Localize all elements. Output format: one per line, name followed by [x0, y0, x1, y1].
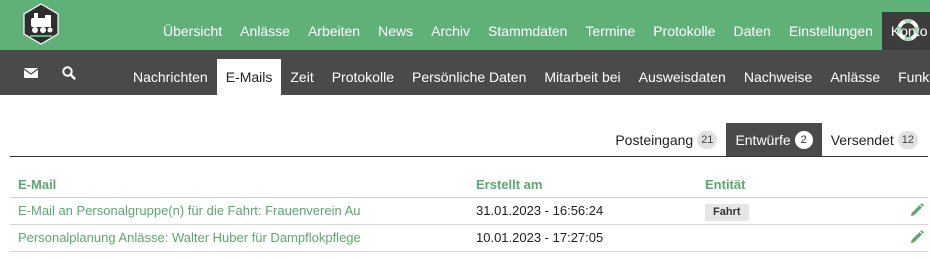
table-header: E-Mail Erstellt am Entität: [10, 172, 928, 198]
subnav-protokolle[interactable]: Protokolle: [323, 59, 403, 95]
subnav-emails[interactable]: E-Mails: [216, 59, 282, 95]
nav-stammdaten[interactable]: Stammdaten: [479, 12, 576, 50]
search-icon[interactable]: [61, 65, 77, 81]
nav-termine[interactable]: Termine: [576, 12, 644, 50]
pencil-icon[interactable]: [909, 203, 924, 218]
tab-posteingang[interactable]: Posteingang 21: [606, 123, 726, 156]
subnav-nachrichten[interactable]: Nachrichten: [124, 59, 217, 95]
count-badge: 21: [697, 130, 718, 149]
locomotive-logo[interactable]: [22, 3, 60, 45]
count-badge: 12: [897, 130, 918, 149]
account-subnav: Nachrichten E-Mails Zeit Protokolle Pers…: [0, 50, 930, 95]
created-date: 31.01.2023 - 16:56:24: [476, 203, 604, 218]
main-menu: Übersicht Anlässe Arbeiten News Archiv S…: [154, 12, 930, 50]
subnav-nachweise[interactable]: Nachweise: [735, 59, 821, 95]
subnav-mitarbeit-bei[interactable]: Mitarbeit bei: [535, 59, 629, 95]
nav-einstellungen[interactable]: Einstellungen: [780, 12, 882, 50]
nav-daten[interactable]: Daten: [724, 12, 779, 50]
tab-divider: [10, 156, 928, 157]
column-header-email[interactable]: E-Mail: [18, 172, 56, 198]
nav-anlaesse[interactable]: Anlässe: [231, 12, 299, 50]
subnav-funktionen[interactable]: Funktionen: [889, 59, 930, 95]
column-header-entity[interactable]: Entität: [705, 172, 745, 198]
tab-label: Entwürfe: [735, 131, 791, 148]
tab-versendet[interactable]: Versendet 12: [822, 123, 927, 156]
email-subject-cell: Personalplanung Anlässe: Walter Huber fü…: [18, 225, 361, 251]
created-date: 10.01.2023 - 17:27:05: [476, 230, 604, 245]
tab-entwuerfe[interactable]: Entwürfe 2: [726, 123, 822, 156]
nav-protokolle[interactable]: Protokolle: [644, 12, 724, 50]
drafts-table: E-Mail Erstellt am Entität E-Mail an Per…: [10, 172, 928, 252]
email-subject-link[interactable]: Personalplanung Anlässe: Walter Huber fü…: [18, 230, 361, 245]
nav-uebersicht[interactable]: Übersicht: [154, 12, 231, 50]
entity-cell: Fahrt: [705, 198, 749, 224]
subnav-zeit[interactable]: Zeit: [281, 59, 322, 95]
nav-archiv[interactable]: Archiv: [422, 12, 479, 50]
nav-news[interactable]: News: [369, 12, 422, 50]
mail-folder-tabs: Posteingang 21 Entwürfe 2 Versendet 12: [606, 123, 927, 156]
subnav-ausweisdaten[interactable]: Ausweisdaten: [630, 59, 735, 95]
tab-label: Posteingang: [615, 131, 694, 148]
subnav-persoenliche-daten[interactable]: Persönliche Daten: [403, 59, 535, 95]
account-menu: Nachrichten E-Mails Zeit Protokolle Pers…: [124, 59, 930, 95]
pencil-icon[interactable]: [909, 230, 924, 245]
nav-arbeiten[interactable]: Arbeiten: [299, 12, 369, 50]
entity-badge: Fahrt: [705, 204, 749, 221]
column-header-created[interactable]: Erstellt am: [476, 172, 542, 198]
table-row: E-Mail an Personalgruppe(n) für die Fahr…: [10, 198, 928, 225]
count-badge: 2: [794, 130, 813, 149]
lifebuoy-icon[interactable]: [897, 19, 919, 41]
table-row: Personalplanung Anlässe: Walter Huber fü…: [10, 225, 928, 252]
envelope-icon[interactable]: [23, 65, 39, 81]
top-navbar: Übersicht Anlässe Arbeiten News Archiv S…: [0, 0, 930, 50]
tab-label: Versendet: [830, 131, 894, 148]
email-subject-link[interactable]: E-Mail an Personalgruppe(n) für die Fahr…: [18, 203, 361, 218]
subnav-anlaesse[interactable]: Anlässe: [821, 59, 889, 95]
email-subject-cell: E-Mail an Personalgruppe(n) für die Fahr…: [18, 198, 361, 224]
